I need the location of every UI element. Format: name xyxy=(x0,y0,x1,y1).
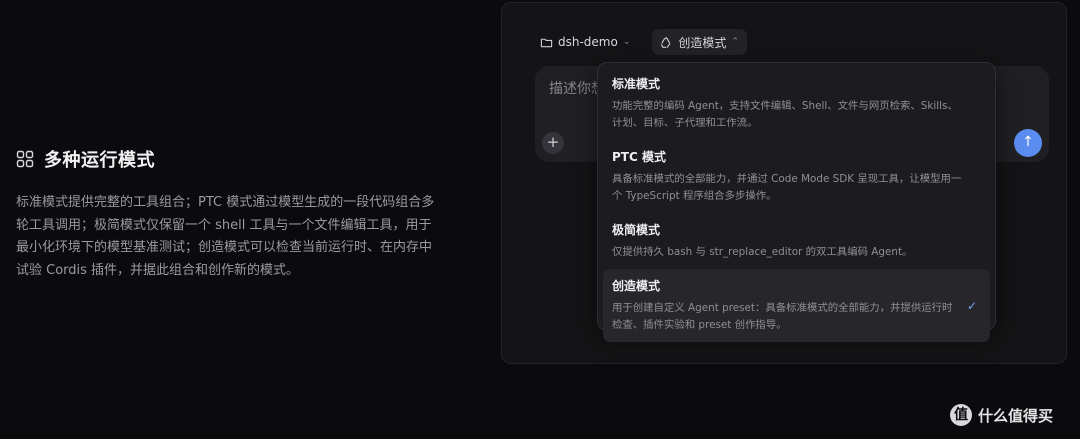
menu-item-create-mode[interactable]: 创造模式 用于创建自定义 Agent preset：具备标准模式的全部能力，并提… xyxy=(603,269,990,342)
arrow-up-icon: ↑ xyxy=(1022,134,1034,150)
menu-item-standard-mode[interactable]: 标准模式 功能完整的编码 Agent，支持文件编辑、Shell、文件与网页检索、… xyxy=(603,67,990,140)
mode-label: 创造模式 xyxy=(678,35,727,50)
feature-header: 多种运行模式 xyxy=(16,146,456,172)
checkmark-icon: ✓ xyxy=(966,299,977,313)
watermark-text: 什么值得买 xyxy=(978,406,1054,425)
send-button[interactable]: ↑ xyxy=(1014,129,1042,157)
add-attachment-button[interactable]: + xyxy=(542,132,564,154)
recycle-icon xyxy=(661,36,671,48)
composer-toolbar: dsh-demo ⌄ 创造模式 ⌃ xyxy=(532,29,747,55)
menu-item-title: 创造模式 xyxy=(612,279,661,293)
plus-icon: + xyxy=(546,133,560,151)
menu-item-minimal-mode[interactable]: 极简模式 仅提供持久 bash 与 str_replace_editor 的双工… xyxy=(603,213,990,269)
watermark: 值 什么值得买 xyxy=(950,404,1053,426)
menu-item-desc: 用于创建自定义 Agent preset：具备标准模式的全部能力，并提供运行时检… xyxy=(612,302,953,331)
chevron-up-icon: ⌃ xyxy=(731,37,739,47)
menu-item-ptc-mode[interactable]: PTC 模式 具备标准模式的全部能力，并通过 Code Mode SDK 呈现工… xyxy=(603,140,990,213)
feature-block: 多种运行模式 标准模式提供完整的工具组合；PTC 模式通过模型生成的一段代码组合… xyxy=(16,146,456,282)
project-selector[interactable]: dsh-demo ⌄ xyxy=(532,29,638,55)
menu-item-title: 极简模式 xyxy=(612,223,661,237)
menu-item-title: 标准模式 xyxy=(612,77,661,91)
project-name: dsh-demo xyxy=(558,35,618,49)
mode-selector[interactable]: 创造模式 ⌃ xyxy=(652,29,747,55)
menu-item-desc: 具备标准模式的全部能力，并通过 Code Mode SDK 呈现工具，让模型用一… xyxy=(612,173,962,202)
grid-icon xyxy=(16,150,34,168)
menu-item-desc: 功能完整的编码 Agent，支持文件编辑、Shell、文件与网页检索、Skill… xyxy=(612,100,958,129)
menu-item-desc: 仅提供持久 bash 与 str_replace_editor 的双工具编码 A… xyxy=(612,246,913,258)
chevron-down-icon: ⌄ xyxy=(622,37,631,47)
mode-dropdown-menu: 标准模式 功能完整的编码 Agent，支持文件编辑、Shell、文件与网页检索、… xyxy=(597,62,996,342)
feature-title: 多种运行模式 xyxy=(44,150,155,171)
menu-item-title: PTC 模式 xyxy=(612,150,666,164)
folder-icon xyxy=(540,38,553,47)
smzdm-logo-icon: 值 xyxy=(950,404,972,426)
feature-description: 标准模式提供完整的工具组合；PTC 模式通过模型生成的一段代码组合多轮工具调用；… xyxy=(16,195,435,278)
